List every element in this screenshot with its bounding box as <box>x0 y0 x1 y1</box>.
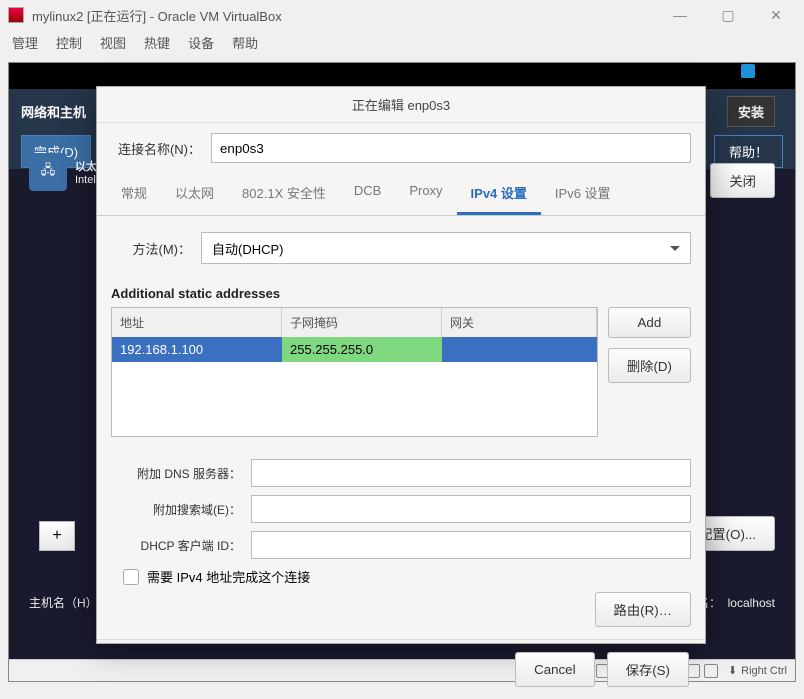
tab-8021x[interactable]: 802.1X 安全性 <box>228 173 340 215</box>
cell-gateway[interactable] <box>442 337 597 362</box>
cancel-button[interactable]: Cancel <box>515 652 595 687</box>
connection-name-input[interactable] <box>211 133 691 163</box>
ethernet-label: 以太 <box>75 158 97 174</box>
addresses-title: Additional static addresses <box>111 286 691 301</box>
hostname-label: 主机名（H） <box>29 594 98 611</box>
tab-proxy[interactable]: Proxy <box>395 173 456 215</box>
col-address: 地址 <box>112 308 282 337</box>
require-ipv4-checkbox[interactable] <box>123 569 139 585</box>
addresses-table[interactable]: 地址 子网掩码 网关 192.168.1.100 255.255.255.0 <box>111 307 598 437</box>
add-interface-button[interactable]: + <box>39 521 75 551</box>
virtualbox-menubar: 管理 控制 视图 热键 设备 帮助 <box>0 30 804 54</box>
save-button[interactable]: 保存(S) <box>607 652 689 687</box>
window-title: mylinux2 [正在运行] - Oracle VM VirtualBox <box>32 6 652 25</box>
virtualbox-titlebar: mylinux2 [正在运行] - Oracle VM VirtualBox —… <box>0 0 804 30</box>
menu-hotkeys[interactable]: 热键 <box>144 33 170 52</box>
host-key-label: Right Ctrl <box>741 665 787 677</box>
add-address-button[interactable]: Add <box>608 307 691 338</box>
require-ipv4-label: 需要 IPv4 地址完成这个连接 <box>147 567 310 586</box>
dns-input[interactable] <box>251 459 691 487</box>
panel-title: 网络和主机 <box>21 102 86 121</box>
minimize-button[interactable]: — <box>660 7 700 23</box>
tab-ipv4[interactable]: IPv4 设置 <box>457 173 541 215</box>
menu-manage[interactable]: 管理 <box>12 33 38 52</box>
table-row[interactable]: 192.168.1.100 255.255.255.0 <box>112 337 597 362</box>
tab-ethernet[interactable]: 以太网 <box>161 173 228 215</box>
settings-tabs: 常规 以太网 802.1X 安全性 DCB Proxy IPv4 设置 IPv6… <box>97 173 705 216</box>
maximize-button[interactable]: ▢ <box>708 7 748 24</box>
ethernet-sublabel: Intel <box>75 174 97 186</box>
method-label: 方法(M)： <box>111 239 191 258</box>
dialog-title: 正在编辑 enp0s3 <box>97 87 705 123</box>
ethernet-icon: 🖧 <box>29 153 67 191</box>
search-domain-label: 附加搜索域(E)： <box>111 501 241 518</box>
cell-address[interactable]: 192.168.1.100 <box>112 337 282 362</box>
dhcp-client-label: DHCP 客户端 ID： <box>111 537 241 554</box>
sb-mouse-icon[interactable] <box>704 664 718 678</box>
tab-ipv6[interactable]: IPv6 设置 <box>541 173 625 215</box>
method-value: 自动(DHCP) <box>212 239 284 258</box>
dhcp-client-input[interactable] <box>251 531 691 559</box>
tab-general[interactable]: 常规 <box>107 173 161 215</box>
close-window-button[interactable]: ✕ <box>756 7 796 24</box>
menu-devices[interactable]: 设备 <box>188 33 214 52</box>
menu-control[interactable]: 控制 <box>56 33 82 52</box>
install-button[interactable]: 安装 <box>727 96 775 127</box>
hostname-value: localhost <box>728 596 775 610</box>
chevron-down-icon: ⬇ <box>728 664 737 677</box>
menu-view[interactable]: 视图 <box>100 33 126 52</box>
search-domain-input[interactable] <box>251 495 691 523</box>
col-gateway: 网关 <box>442 308 597 337</box>
ethernet-card[interactable]: 🖧 以太 Intel <box>29 153 97 191</box>
delete-address-button[interactable]: 删除(D) <box>608 348 691 383</box>
menu-help[interactable]: 帮助 <box>232 33 258 52</box>
method-select[interactable]: 自动(DHCP) <box>201 232 691 264</box>
routes-button[interactable]: 路由(R)… <box>595 592 692 627</box>
tab-dcb[interactable]: DCB <box>340 173 395 215</box>
virtualbox-logo-icon <box>8 7 24 23</box>
table-header: 地址 子网掩码 网关 <box>112 308 597 337</box>
col-netmask: 子网掩码 <box>282 308 442 337</box>
edit-connection-dialog: 正在编辑 enp0s3 连接名称(N)： 常规 以太网 802.1X 安全性 D… <box>96 86 706 644</box>
dns-label: 附加 DNS 服务器： <box>111 465 241 482</box>
close-button[interactable]: 关闭 <box>710 163 775 198</box>
cell-netmask[interactable]: 255.255.255.0 <box>282 337 442 362</box>
connection-name-label: 连接名称(N)： <box>111 139 201 158</box>
chevron-down-icon <box>670 246 680 256</box>
notification-icon[interactable] <box>741 64 755 78</box>
